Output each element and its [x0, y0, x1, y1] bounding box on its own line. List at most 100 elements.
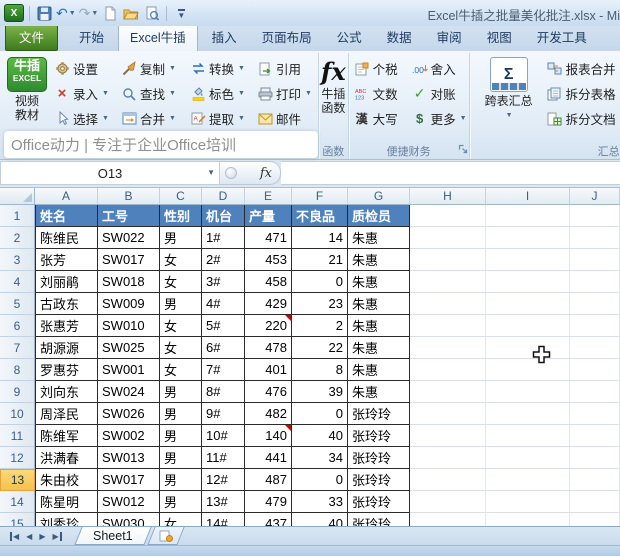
row-header-4[interactable]: 4 — [0, 271, 35, 293]
select-all-corner[interactable] — [0, 188, 35, 205]
cell[interactable]: 21 — [292, 249, 348, 271]
cell[interactable]: 周泽民 — [35, 403, 98, 425]
cell[interactable]: 2# — [202, 249, 245, 271]
cell[interactable]: 女 — [160, 271, 202, 293]
insert-worksheet-button[interactable] — [147, 527, 185, 545]
row-header-5[interactable]: 5 — [0, 293, 35, 315]
cell[interactable] — [410, 337, 486, 359]
cell[interactable] — [570, 403, 620, 425]
cell[interactable]: SW022 — [98, 227, 160, 249]
cell[interactable]: 女 — [160, 315, 202, 337]
tab-审阅[interactable]: 审阅 — [426, 24, 473, 51]
name-box-dropdown-icon[interactable]: ▼ — [207, 168, 215, 177]
row-header-7[interactable]: 7 — [0, 337, 35, 359]
cell[interactable]: 朱由校 — [35, 469, 98, 491]
tab-Excel牛插[interactable]: Excel牛插 — [118, 23, 198, 51]
row-header-12[interactable]: 12 — [0, 447, 35, 469]
prev-sheet-button[interactable]: ◀ — [26, 532, 32, 541]
name-box[interactable]: O13 ▼ — [0, 161, 220, 185]
cell[interactable]: 140 — [245, 425, 292, 447]
merge-button[interactable]: 合并 ▼ — [118, 106, 186, 131]
cell[interactable] — [410, 447, 486, 469]
cell[interactable] — [410, 249, 486, 271]
cell[interactable]: SW026 — [98, 403, 160, 425]
cell[interactable]: 0 — [292, 271, 348, 293]
cell[interactable] — [410, 403, 486, 425]
column-header-F[interactable]: F — [292, 188, 348, 205]
cell[interactable] — [410, 513, 486, 526]
table-header-cell[interactable]: 姓名 — [35, 205, 98, 227]
cell[interactable] — [486, 293, 570, 315]
cross-sheet-sum-button[interactable]: Σ 跨表汇总 ▼ — [482, 54, 536, 143]
cell[interactable]: 男 — [160, 381, 202, 403]
cell[interactable]: 12# — [202, 469, 245, 491]
cell[interactable]: 朱惠 — [348, 271, 410, 293]
column-header-E[interactable]: E — [245, 188, 292, 205]
cell[interactable]: 429 — [245, 293, 292, 315]
settings-button[interactable]: 设置 — [51, 56, 117, 81]
tab-文件[interactable]: 文件 — [5, 23, 59, 51]
column-header-G[interactable]: G — [348, 188, 410, 205]
split-table-button[interactable]: 拆分表格 — [544, 81, 620, 106]
cell[interactable]: 罗惠芬 — [35, 359, 98, 381]
last-sheet-button[interactable]: ▶ — [52, 531, 62, 541]
cell[interactable] — [410, 491, 486, 513]
cell[interactable]: SW025 — [98, 337, 160, 359]
tax-button[interactable]: 个税 — [351, 56, 408, 81]
text-number-button[interactable]: ABC 123 文数 — [351, 81, 408, 106]
cell[interactable]: 0 — [292, 403, 348, 425]
cell[interactable] — [410, 469, 486, 491]
row-header-10[interactable]: 10 — [0, 403, 35, 425]
cell[interactable] — [570, 381, 620, 403]
find-button[interactable]: 查找 ▼ — [118, 81, 186, 106]
cell[interactable]: 陈维军 — [35, 425, 98, 447]
more-button[interactable]: $ 更多 ▼ — [409, 106, 467, 131]
open-button[interactable] — [122, 4, 140, 23]
cell[interactable]: SW018 — [98, 271, 160, 293]
cell[interactable] — [486, 249, 570, 271]
print-button[interactable]: 打印 ▼ — [254, 81, 316, 106]
cell[interactable]: 朱惠 — [348, 359, 410, 381]
customize-qat-button[interactable]: ▼ — [172, 4, 190, 23]
table-header-cell[interactable]: 质检员 — [348, 205, 410, 227]
cell[interactable]: 男 — [160, 425, 202, 447]
cell[interactable]: 男 — [160, 447, 202, 469]
cell[interactable]: SW002 — [98, 425, 160, 447]
tab-页面布局[interactable]: 页面布局 — [251, 24, 323, 51]
cell[interactable]: 0 — [292, 469, 348, 491]
cell[interactable]: 刘丽鹃 — [35, 271, 98, 293]
cell[interactable]: 482 — [245, 403, 292, 425]
cell[interactable]: SW009 — [98, 293, 160, 315]
cell[interactable]: 10# — [202, 425, 245, 447]
tab-公式[interactable]: 公式 — [326, 24, 373, 51]
row-header-9[interactable]: 9 — [0, 381, 35, 403]
cell[interactable] — [486, 227, 570, 249]
cell[interactable] — [486, 469, 570, 491]
cell[interactable] — [410, 227, 486, 249]
cell[interactable]: 8# — [202, 381, 245, 403]
cell[interactable]: 张玲玲 — [348, 447, 410, 469]
new-file-button[interactable] — [101, 4, 119, 23]
cell[interactable]: 22 — [292, 337, 348, 359]
cell[interactable] — [570, 491, 620, 513]
cell[interactable] — [486, 315, 570, 337]
cell[interactable] — [570, 469, 620, 491]
cell[interactable]: SW024 — [98, 381, 160, 403]
table-header-cell[interactable]: 产量 — [245, 205, 292, 227]
cell[interactable]: 陈维民 — [35, 227, 98, 249]
cell[interactable]: 胡源源 — [35, 337, 98, 359]
cell[interactable]: 33 — [292, 491, 348, 513]
cell[interactable]: 张玲玲 — [348, 403, 410, 425]
row-header-8[interactable]: 8 — [0, 359, 35, 381]
row-header-6[interactable]: 6 — [0, 315, 35, 337]
cell[interactable]: 刘秀珍 — [35, 513, 98, 526]
cell[interactable] — [486, 425, 570, 447]
cell[interactable]: 张玲玲 — [348, 513, 410, 526]
cell[interactable]: 男 — [160, 403, 202, 425]
cell[interactable] — [570, 359, 620, 381]
tab-数据[interactable]: 数据 — [376, 24, 423, 51]
cell[interactable]: 男 — [160, 469, 202, 491]
copy-button[interactable]: 复制 ▼ — [118, 56, 186, 81]
cell[interactable] — [486, 205, 570, 227]
convert-button[interactable]: 转换 ▼ — [187, 56, 253, 81]
